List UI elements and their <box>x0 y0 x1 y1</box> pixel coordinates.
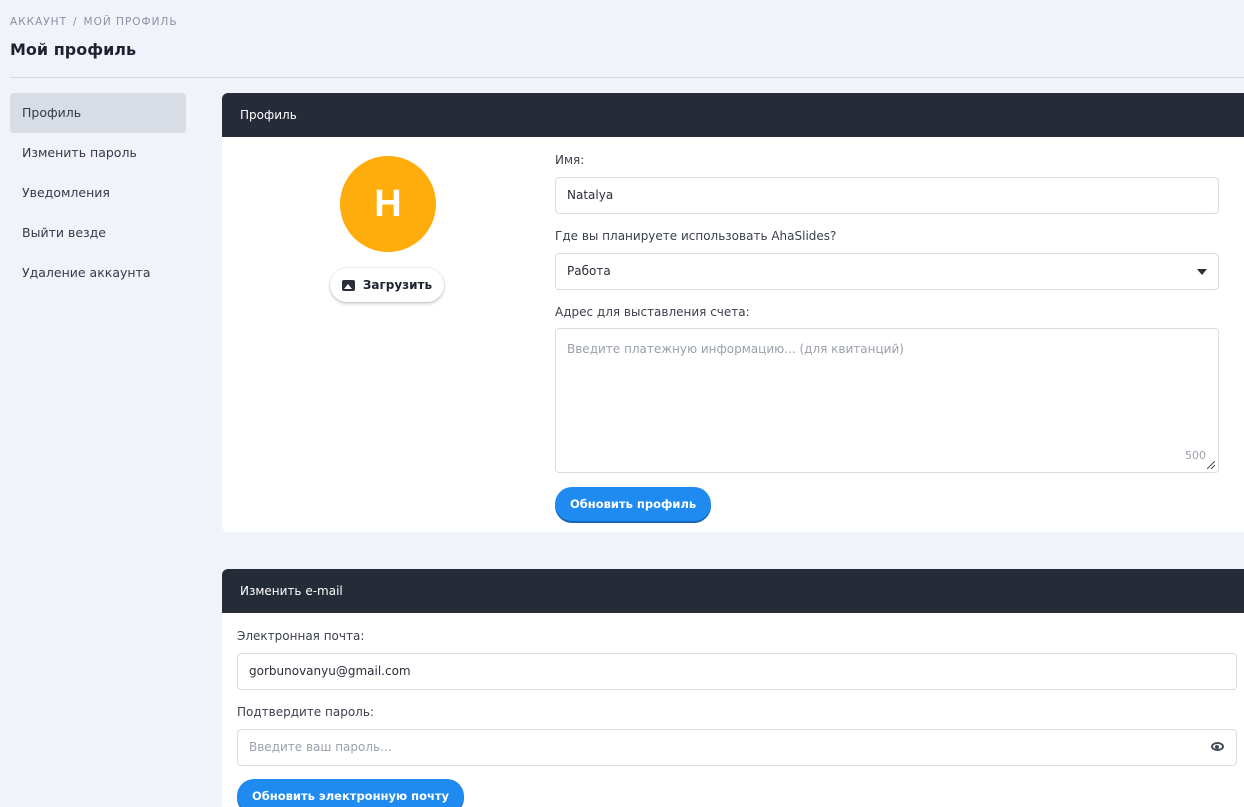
avatar-initial: H <box>374 182 402 225</box>
usage-select[interactable]: Работа <box>555 253 1219 290</box>
eye-icon[interactable] <box>1211 742 1224 751</box>
billing-placeholder: Введите платежную информацию... (для кви… <box>567 342 904 356</box>
sidebar-item-change-password[interactable]: Изменить пароль <box>10 133 186 173</box>
breadcrumb: АККАУНТ / МОЙ ПРОФИЛЬ <box>10 16 178 28</box>
breadcrumb-current: МОЙ ПРОФИЛЬ <box>83 16 178 28</box>
password-input[interactable]: Введите ваш пароль... <box>237 729 1237 766</box>
chevron-down-icon <box>1197 269 1207 275</box>
billing-label: Адрес для выставления счета: <box>555 305 750 319</box>
usage-label: Где вы планируете использовать AhaSlides… <box>555 229 837 243</box>
page-title: Мой профиль <box>10 40 137 59</box>
upload-avatar-button[interactable]: Загрузить <box>330 268 444 302</box>
sidebar-item-delete-account[interactable]: Удаление аккаунта <box>10 253 186 293</box>
billing-textarea[interactable]: Введите платежную информацию... (для кви… <box>555 328 1219 473</box>
resize-handle-icon[interactable] <box>1207 461 1215 469</box>
breadcrumb-parent[interactable]: АККАУНТ <box>10 16 67 28</box>
password-placeholder: Введите ваш пароль... <box>249 740 392 754</box>
profile-card-header: Профиль <box>222 93 1244 137</box>
name-label: Имя: <box>555 153 585 167</box>
usage-select-value: Работа <box>567 264 611 278</box>
update-profile-button[interactable]: Обновить профиль <box>555 487 712 521</box>
update-email-button[interactable]: Обновить электронную почту <box>237 779 465 807</box>
header-divider <box>10 77 1244 78</box>
email-input[interactable]: gorbunovanyu@gmail.com <box>237 653 1237 690</box>
email-card-header: Изменить e-mail <box>222 569 1244 613</box>
email-label: Электронная почта: <box>237 629 365 643</box>
billing-char-counter: 500 <box>1185 449 1206 462</box>
profile-page: АККАУНТ / МОЙ ПРОФИЛЬ Мой профиль Профиль … <box>0 0 1244 807</box>
sidebar-item-logout-everywhere[interactable]: Выйти везде <box>10 213 186 253</box>
password-label: Подтвердите пароль: <box>237 705 374 719</box>
name-input[interactable]: Natalya <box>555 177 1219 214</box>
image-icon <box>341 279 355 291</box>
sidebar-item-notifications[interactable]: Уведомления <box>10 173 186 213</box>
avatar: H <box>340 156 436 252</box>
breadcrumb-separator: / <box>72 16 78 28</box>
sidebar-item-profile[interactable]: Профиль <box>10 93 186 133</box>
profile-card: Профиль H Загрузить Имя: Natalya Где вы … <box>222 93 1244 532</box>
upload-avatar-label: Загрузить <box>362 278 433 292</box>
email-card: Изменить e-mail Электронная почта: gorbu… <box>222 569 1244 807</box>
sidebar: Профиль Изменить пароль Уведомления Выйт… <box>10 93 186 293</box>
